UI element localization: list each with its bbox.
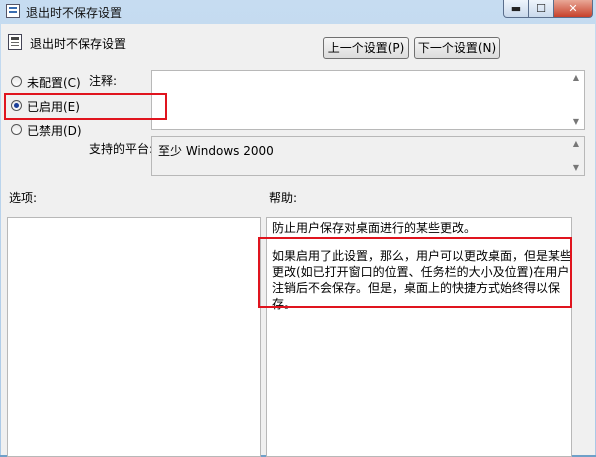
title-bar[interactable]: 退出时不保存设置 ▬ ☐ ✕	[0, 0, 596, 24]
radio-label: 未配置(C)	[27, 76, 81, 90]
scroll-down-icon[interactable]: ▼	[568, 115, 584, 129]
comment-label: 注释:	[89, 74, 118, 88]
radio-circle-icon	[11, 76, 22, 87]
close-icon: ✕	[568, 2, 578, 15]
platform-value: 至少 Windows 2000	[158, 144, 274, 158]
options-label: 选项:	[9, 191, 38, 205]
radio-circle-icon	[11, 124, 22, 135]
radio-label: 已禁用(D)	[27, 124, 82, 138]
setting-icon	[8, 34, 22, 50]
highlight-box-help	[258, 237, 572, 308]
maximize-icon: ☐	[536, 2, 546, 15]
policy-icon	[6, 4, 20, 18]
scroll-down-icon[interactable]: ▼	[568, 161, 584, 175]
minimize-button[interactable]: ▬	[503, 0, 529, 18]
highlight-box-enabled	[4, 93, 167, 120]
platform-label: 支持的平台:	[89, 142, 154, 156]
setting-title: 退出时不保存设置	[30, 37, 127, 51]
dialog-window: 退出时不保存设置 ▬ ☐ ✕ 退出时不保存设置 上一个设置(P) 下一个设置(N…	[0, 0, 596, 457]
options-panel	[7, 217, 261, 457]
platform-scrollbar[interactable]: ▲ ▼	[568, 137, 584, 175]
scroll-up-icon[interactable]: ▲	[568, 137, 584, 151]
help-paragraph: 防止用户保存对桌面进行的某些更改。	[272, 221, 477, 235]
window-title: 退出时不保存设置	[26, 6, 123, 20]
platform-field: 至少 Windows 2000 ▲ ▼	[151, 136, 585, 176]
maximize-button[interactable]: ☐	[528, 0, 554, 18]
previous-setting-button[interactable]: 上一个设置(P)	[323, 37, 409, 59]
comment-textarea[interactable]: ▲ ▼	[151, 70, 585, 130]
minimize-icon: ▬	[510, 2, 522, 15]
comment-scrollbar[interactable]: ▲ ▼	[568, 71, 584, 129]
next-setting-button[interactable]: 下一个设置(N)	[414, 37, 500, 59]
scroll-up-icon[interactable]: ▲	[568, 71, 584, 85]
help-label: 帮助:	[269, 191, 298, 205]
close-button[interactable]: ✕	[553, 0, 593, 18]
